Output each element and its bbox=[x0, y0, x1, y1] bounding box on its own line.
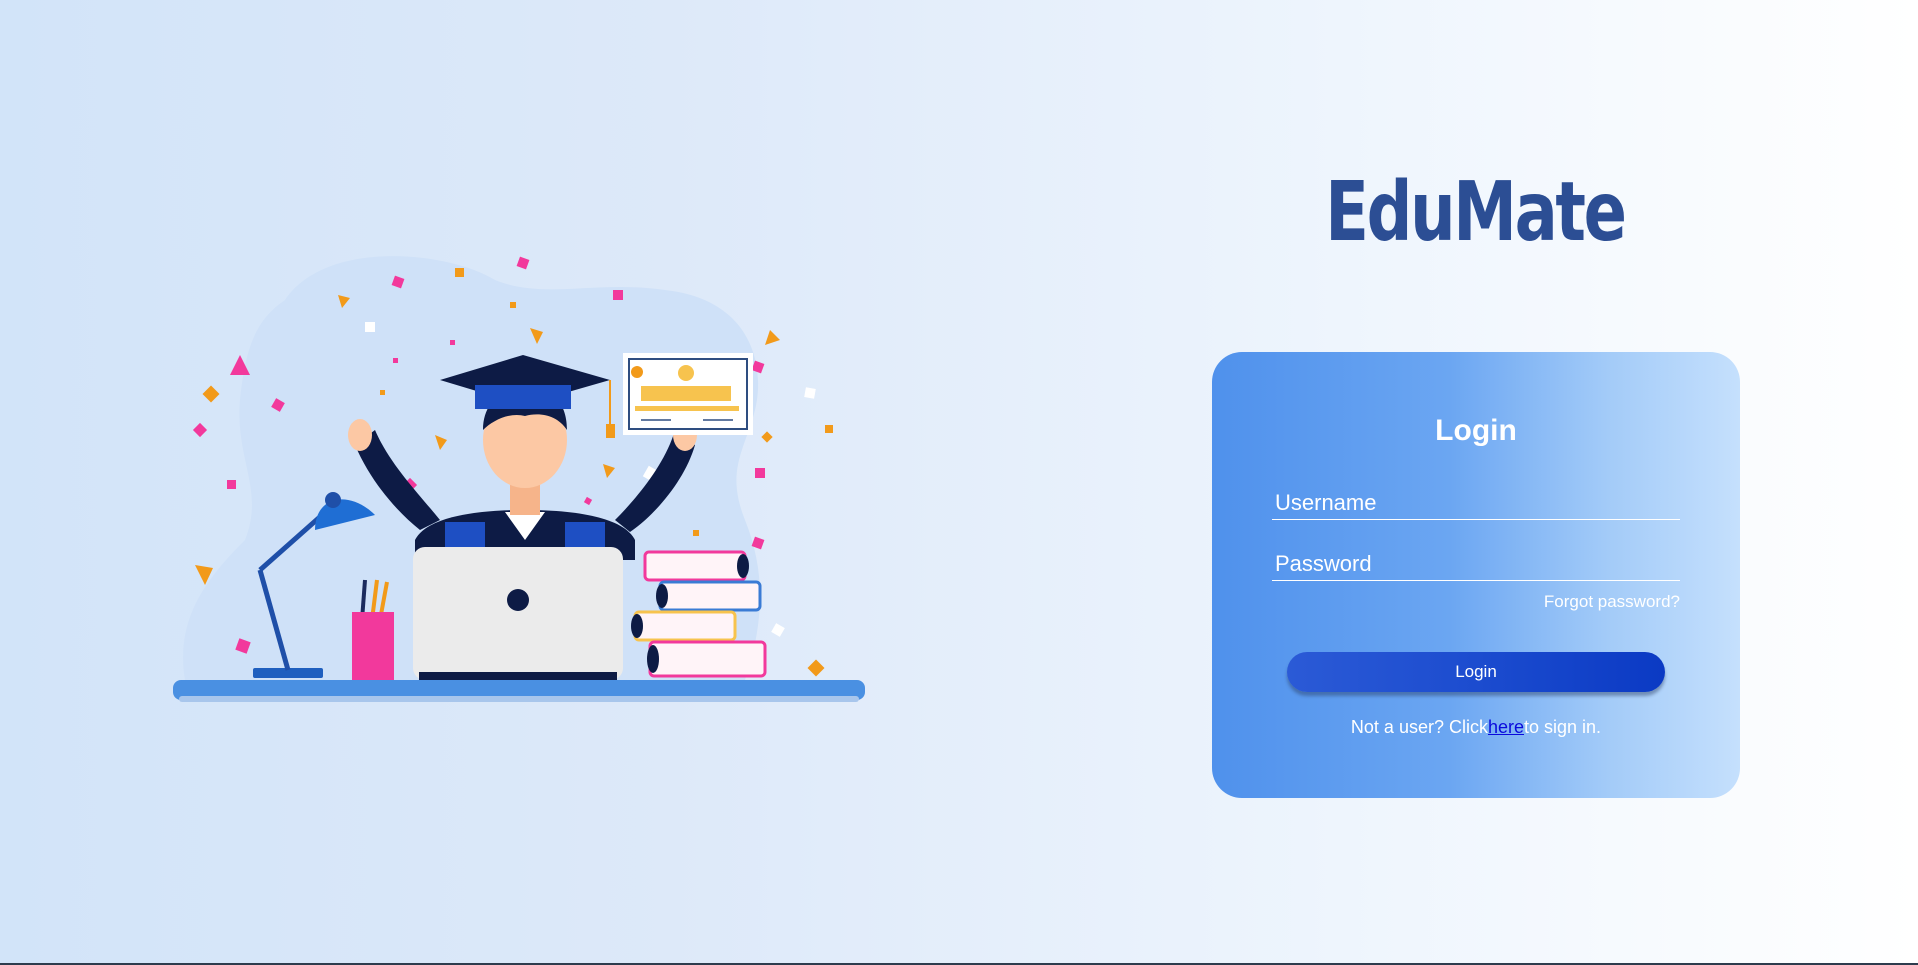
graduate-illustration bbox=[173, 256, 865, 702]
signup-link[interactable]: here bbox=[1488, 717, 1524, 737]
signup-suffix-text: to sign in. bbox=[1524, 717, 1602, 737]
login-title: Login bbox=[1435, 414, 1517, 447]
login-card: Login Forgot password? Login Not a user?… bbox=[1212, 352, 1740, 798]
signup-prompt: Not a user? Clickhereto sign in. bbox=[1212, 717, 1740, 738]
app-brand-title: EduMate bbox=[1325, 165, 1627, 260]
laptop-icon bbox=[413, 547, 623, 680]
password-input[interactable] bbox=[1272, 547, 1680, 581]
login-button[interactable]: Login bbox=[1287, 652, 1665, 692]
signup-prefix-text: Not a user? Click bbox=[1350, 717, 1488, 737]
forgot-password-link[interactable]: Forgot password? bbox=[1544, 592, 1680, 612]
certificate-icon bbox=[623, 353, 753, 435]
username-input[interactable] bbox=[1272, 486, 1680, 520]
